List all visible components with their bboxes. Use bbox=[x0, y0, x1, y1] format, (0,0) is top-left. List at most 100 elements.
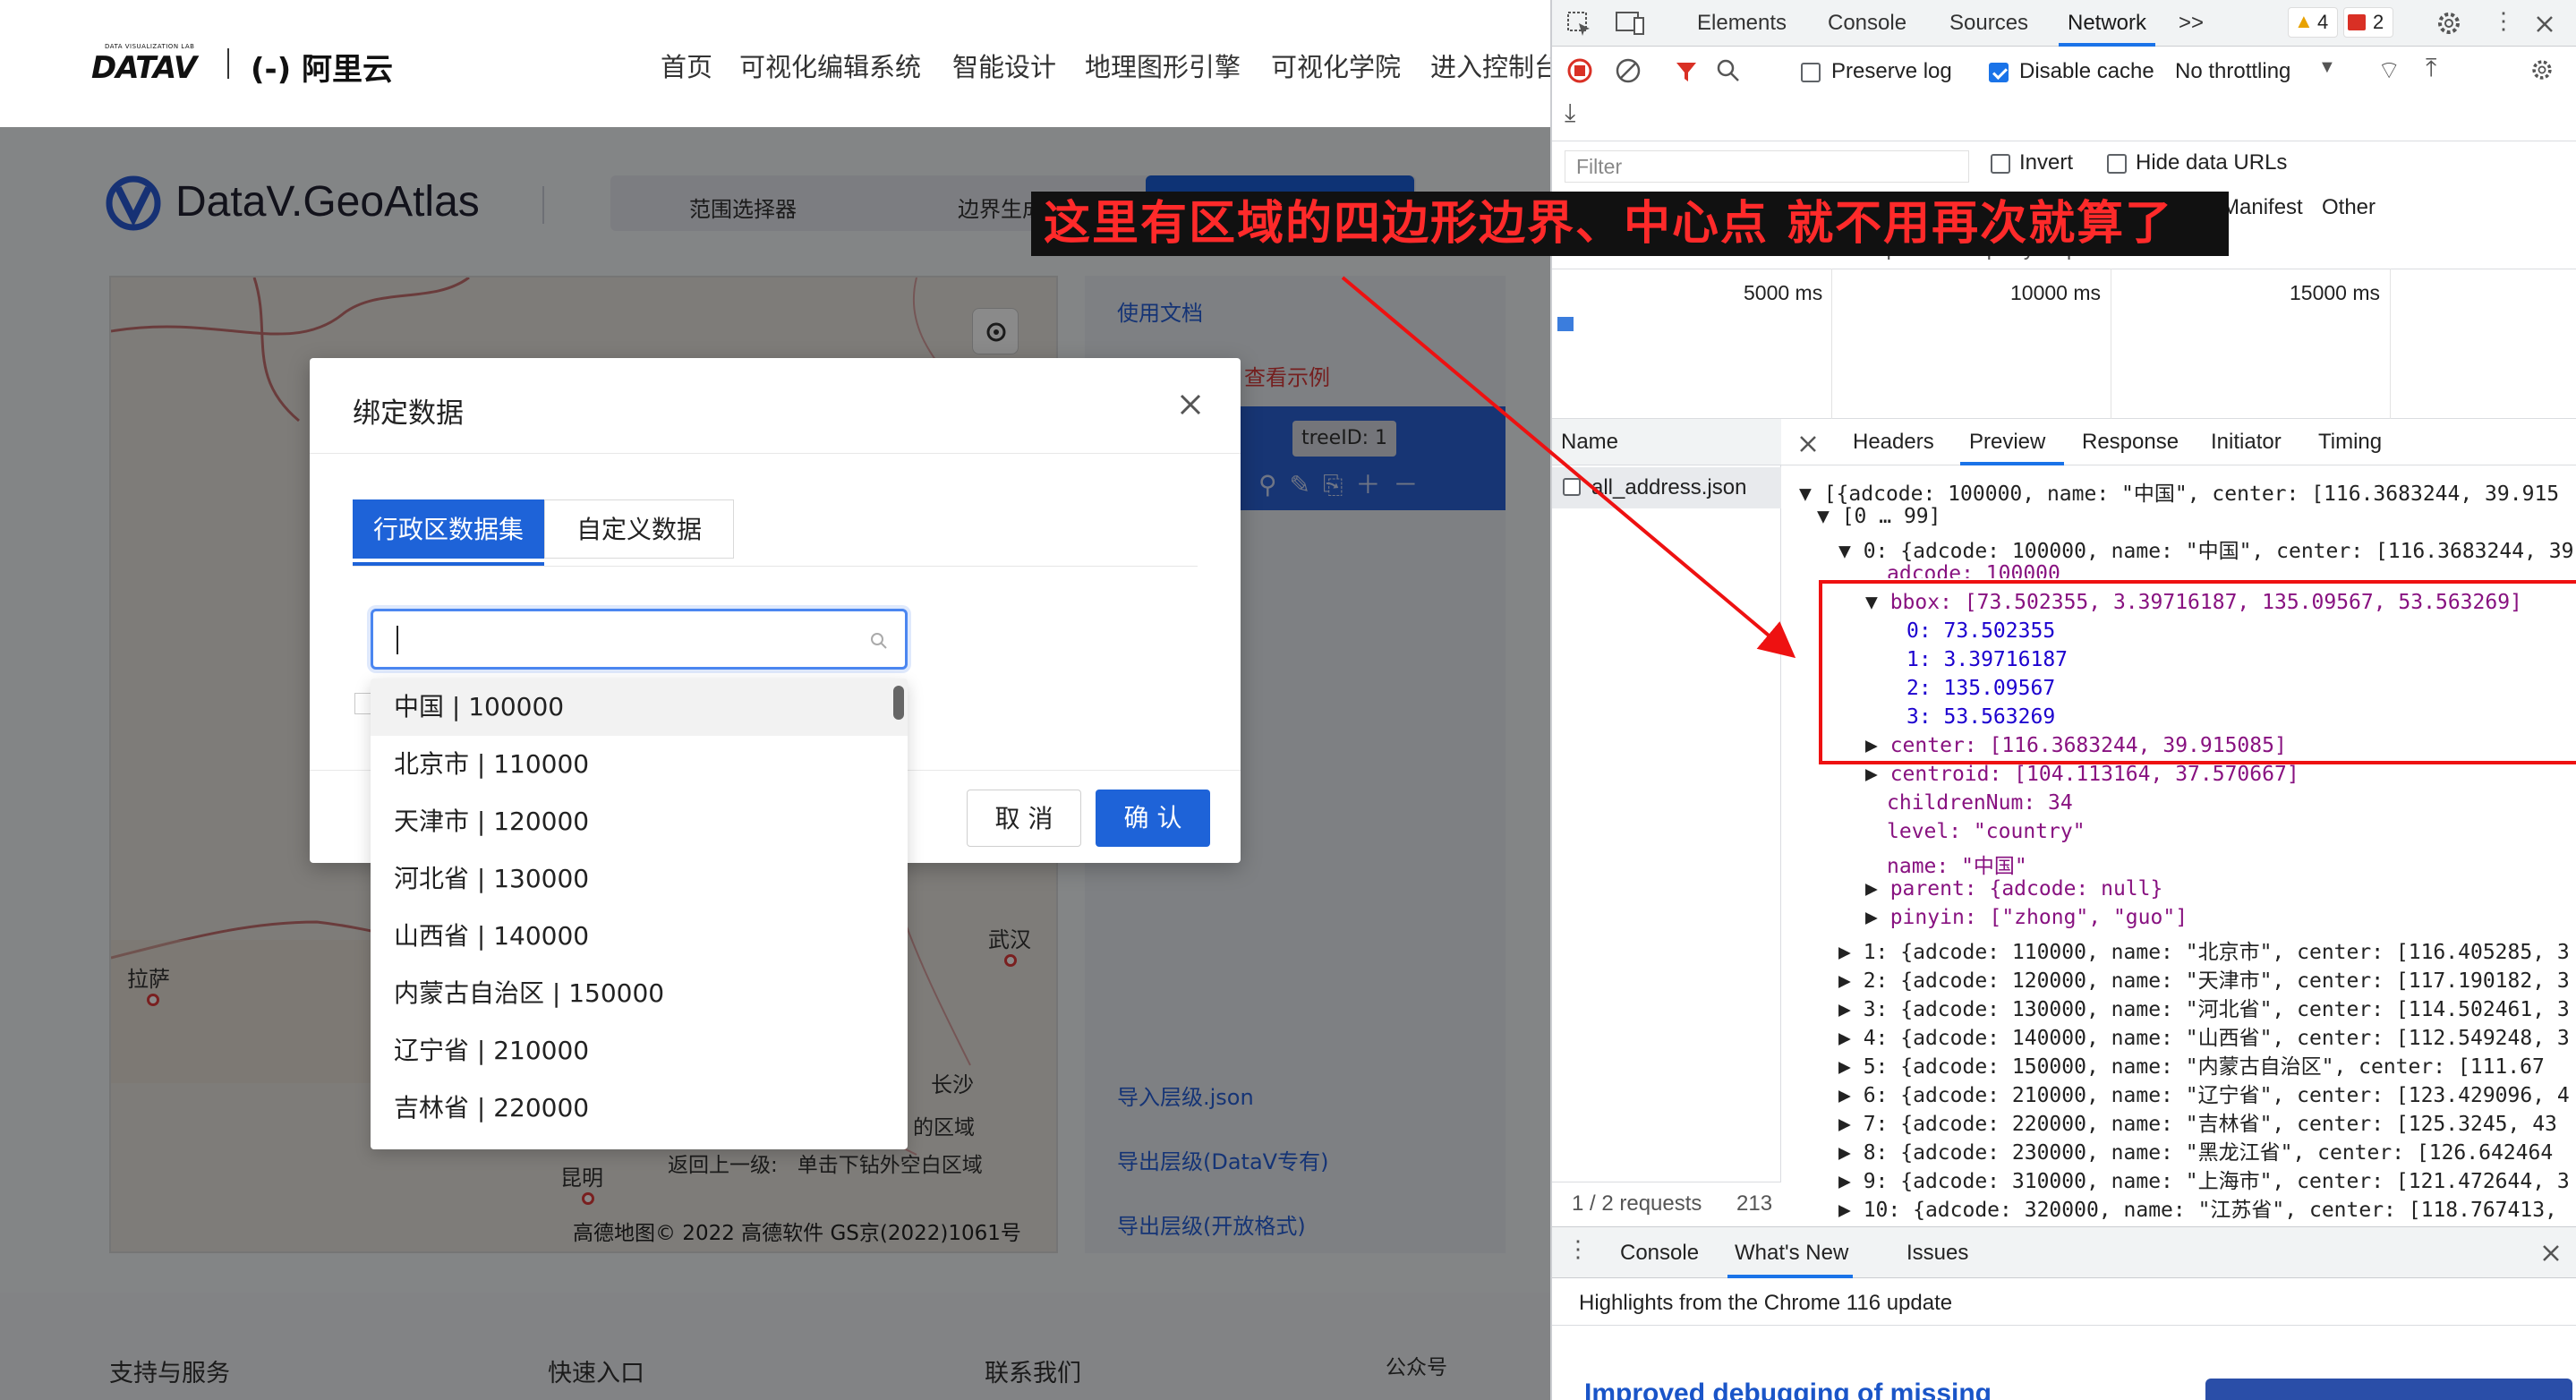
kebab-menu-icon[interactable]: ⋮ bbox=[2492, 7, 2515, 35]
tab-custom-data[interactable]: 自定义数据 bbox=[544, 499, 734, 559]
nav-home[interactable]: 首页 bbox=[661, 47, 712, 84]
json-centroid-text: centroid: [104.113164, 37.570667] bbox=[1889, 763, 2299, 786]
network-settings-gear-icon[interactable] bbox=[2528, 55, 2556, 84]
tab-console[interactable]: Console bbox=[1828, 11, 1906, 36]
json-item-row[interactable]: ▶ 3: {adcode: 130000, name: "河北省", cente… bbox=[1838, 992, 2570, 1022]
tab-preview[interactable]: Preview bbox=[1969, 430, 2045, 455]
filter-input[interactable]: Filter bbox=[1565, 150, 1969, 183]
clear-icon[interactable] bbox=[1615, 57, 1642, 84]
dropdown-option[interactable]: 山西省 | 140000 bbox=[371, 908, 908, 965]
json-item0-line[interactable]: ▼ 0: {adcode: 100000, name: "中国", center… bbox=[1838, 534, 2576, 564]
dropdown-option[interactable]: 中国 | 100000 bbox=[371, 679, 908, 736]
cancel-button[interactable]: 取 消 bbox=[967, 790, 1081, 847]
invert-label[interactable]: Invert bbox=[2019, 150, 2073, 175]
errors-badge[interactable]: 2 bbox=[2343, 7, 2393, 38]
json-range-line[interactable]: ▼ [0 … 99] bbox=[1817, 505, 1941, 528]
json-item-row[interactable]: ▶ 8: {adcode: 230000, name: "黑龙江省", cent… bbox=[1838, 1135, 2553, 1165]
json-item-row[interactable]: ▶ 2: {adcode: 120000, name: "天津市", cente… bbox=[1838, 963, 2570, 994]
requests-status-bar: 1 / 2 requests 213 bbox=[1552, 1182, 1781, 1226]
region-search-input[interactable] bbox=[371, 609, 908, 670]
nav-geo-engine[interactable]: 地理图形引擎 bbox=[1085, 47, 1241, 84]
json-item-row[interactable]: ▶ 7: {adcode: 220000, name: "吉林省", cente… bbox=[1838, 1106, 2557, 1137]
transfer-size: 213 bbox=[1736, 1191, 1773, 1216]
json-item-row[interactable]: ▶ 1: {adcode: 110000, name: "北京市", cente… bbox=[1838, 935, 2570, 965]
drawer-tab-whats-new[interactable]: What's New bbox=[1735, 1241, 1848, 1266]
close-devtools-icon[interactable] bbox=[2533, 13, 2556, 36]
json-item-row[interactable]: ▶ 5: {adcode: 150000, name: "内蒙古自治区", ce… bbox=[1838, 1049, 2545, 1080]
type-filter-other[interactable]: Other bbox=[2322, 195, 2376, 220]
tab-active-underline bbox=[353, 562, 544, 566]
dropdown-option[interactable]: 辽宁省 | 210000 bbox=[371, 1022, 908, 1080]
request-file-name[interactable]: all_address.json bbox=[1591, 475, 1746, 500]
json-pinyin-line[interactable]: ▶ pinyin: ["zhong", "guo"] bbox=[1865, 906, 2188, 929]
type-filter-manifest[interactable]: Manifest bbox=[2222, 195, 2303, 220]
json-item-row[interactable]: ▶ 4: {adcode: 140000, name: "山西省", cente… bbox=[1838, 1020, 2570, 1051]
tab-headers[interactable]: Headers bbox=[1853, 430, 1934, 455]
nav-editor[interactable]: 可视化编辑系统 bbox=[739, 47, 921, 84]
whats-new-article-link[interactable]: Improved debugging of missing bbox=[1584, 1379, 1992, 1400]
name-column-header[interactable]: Name bbox=[1561, 430, 1618, 455]
hide-data-urls-label[interactable]: Hide data URLs bbox=[2136, 150, 2287, 175]
inspect-icon[interactable] bbox=[1565, 9, 1593, 38]
network-conditions-icon[interactable]: ⌔ bbox=[2377, 55, 2401, 87]
disable-cache-checkbox[interactable] bbox=[1989, 63, 2009, 82]
error-icon bbox=[2348, 14, 2366, 30]
drawer-tab-console[interactable]: Console bbox=[1620, 1241, 1699, 1266]
tab-admin-dataset[interactable]: 行政区数据集 bbox=[353, 499, 544, 559]
datav-logo[interactable]: DATAV bbox=[91, 50, 197, 86]
dropdown-option[interactable]: 北京市 | 110000 bbox=[371, 736, 908, 793]
nav-smart-design[interactable]: 智能设计 bbox=[952, 47, 1056, 84]
json-item-row[interactable]: ▶ 10: {adcode: 320000, name: "江苏省", cent… bbox=[1838, 1192, 2557, 1223]
json-centroid-line[interactable]: ▶ centroid: [104.113164, 37.570667] bbox=[1865, 763, 2299, 786]
nav-academy[interactable]: 可视化学院 bbox=[1271, 47, 1401, 84]
dropdown-option[interactable]: 天津市 | 120000 bbox=[371, 793, 908, 850]
invert-checkbox[interactable] bbox=[1991, 154, 2010, 174]
close-drawer-icon[interactable] bbox=[2540, 1242, 2562, 1264]
dropdown-option[interactable]: 河北省 | 130000 bbox=[371, 850, 908, 908]
json-item-row[interactable]: ▶ 6: {adcode: 210000, name: "辽宁省", cente… bbox=[1838, 1078, 2570, 1108]
dropdown-option[interactable]: 吉林省 | 220000 bbox=[371, 1080, 908, 1137]
drawer-menu-icon[interactable]: ⋮ bbox=[1566, 1235, 1590, 1263]
drawer-tab-issues[interactable]: Issues bbox=[1906, 1241, 1968, 1266]
logo-divider bbox=[227, 48, 229, 79]
dropdown-option[interactable]: 内蒙古自治区 | 150000 bbox=[371, 965, 908, 1022]
record-stop-icon[interactable] bbox=[1566, 57, 1593, 84]
import-har-icon[interactable]: ⤒ bbox=[2426, 54, 2436, 83]
export-har-icon[interactable]: ⤓ bbox=[1565, 98, 1575, 128]
filter-funnel-icon[interactable] bbox=[1674, 59, 1699, 84]
warnings-badge[interactable]: ▲ 4 bbox=[2288, 7, 2338, 38]
json-item-text: 4: {adcode: 140000, name: "山西省", center:… bbox=[1863, 1027, 2570, 1050]
search-icon[interactable] bbox=[1715, 57, 1742, 84]
request-row[interactable]: all_address.json bbox=[1552, 467, 1781, 508]
tab-response[interactable]: Response bbox=[2082, 430, 2179, 455]
disable-cache-label[interactable]: Disable cache bbox=[2019, 59, 2154, 84]
tab-sources[interactable]: Sources bbox=[1949, 11, 2028, 36]
tab-timing[interactable]: Timing bbox=[2318, 430, 2382, 455]
preserve-log-checkbox[interactable] bbox=[1801, 63, 1821, 82]
json-item-row[interactable]: ▶ 9: {adcode: 310000, name: "上海市", cente… bbox=[1838, 1164, 2570, 1194]
tabs-baseline bbox=[353, 566, 1198, 567]
tab-network[interactable]: Network bbox=[2068, 11, 2146, 36]
json-root-line[interactable]: ▼ [{adcode: 100000, name: "中国", center: … bbox=[1799, 476, 2559, 507]
throttling-select[interactable]: No throttling bbox=[2175, 59, 2290, 84]
more-tabs-button[interactable]: >> bbox=[2179, 11, 2204, 36]
timeline-gridline bbox=[1831, 269, 1832, 419]
close-detail-icon[interactable] bbox=[1797, 433, 1819, 455]
settings-gear-icon[interactable] bbox=[2433, 7, 2465, 39]
nav-console[interactable]: 进入控制台 bbox=[1430, 47, 1550, 84]
dropdown-scrollbar[interactable] bbox=[893, 686, 904, 720]
tab-elements[interactable]: Elements bbox=[1697, 11, 1787, 36]
chevron-down-icon[interactable]: ▼ bbox=[2318, 57, 2336, 78]
device-toggle-icon[interactable] bbox=[1615, 9, 1645, 38]
confirm-button[interactable]: 确 认 bbox=[1096, 790, 1210, 847]
preview-tab-underline bbox=[1960, 462, 2064, 465]
devtools-drawer-tabs bbox=[1552, 1226, 2576, 1278]
json-item-text: 6: {adcode: 210000, name: "辽宁省", center:… bbox=[1863, 1084, 2570, 1107]
aliyun-logo[interactable]: (-) 阿里云 bbox=[251, 45, 393, 89]
close-icon[interactable] bbox=[1171, 385, 1210, 424]
json-parent-line[interactable]: ▶ parent: {adcode: null} bbox=[1865, 877, 2162, 901]
tab-initiator[interactable]: Initiator bbox=[2211, 430, 2282, 455]
preserve-log-label[interactable]: Preserve log bbox=[1831, 59, 1952, 84]
hide-data-urls-checkbox[interactable] bbox=[2107, 154, 2127, 174]
drawer-divider bbox=[1552, 1325, 2576, 1326]
